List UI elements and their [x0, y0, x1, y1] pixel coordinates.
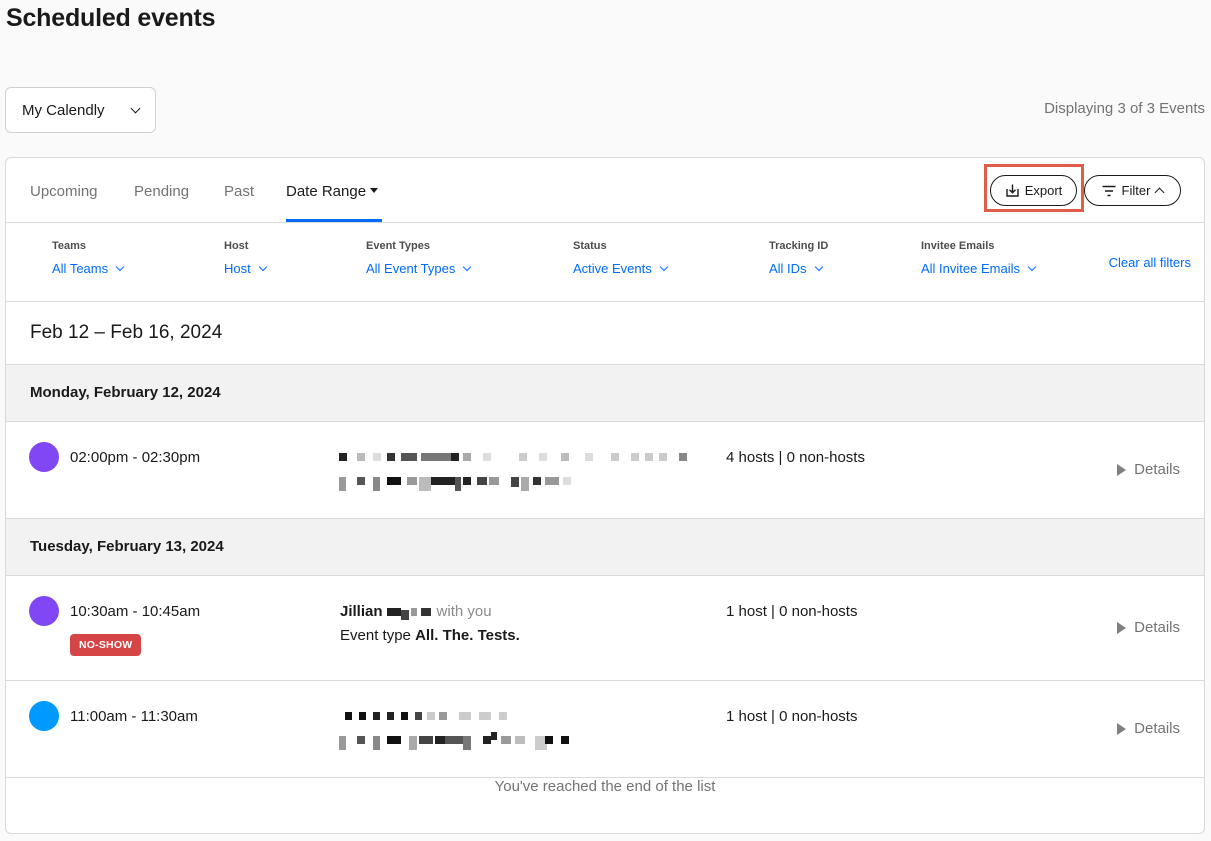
redacted-invitee-surname [385, 606, 433, 620]
redacted-invitee-name [339, 453, 689, 467]
event-color-dot [29, 442, 59, 472]
details-label: Details [1134, 720, 1180, 737]
filter-invitee-emails-label: Invitee Emails [921, 240, 995, 252]
filter-event-types-value: All Event Types [366, 261, 456, 276]
day-heading: Tuesday, February 13, 2024 [30, 538, 224, 555]
date-range-row: Feb 12 – Feb 16, 2024 [6, 302, 1204, 365]
end-of-list-message: You've reached the end of the list [494, 778, 716, 795]
event-type-prefix: Event type [340, 627, 411, 644]
filter-teams-label: Teams [52, 240, 87, 252]
chevron-down-icon [814, 262, 823, 272]
filter-invitee-emails-value: All Invitee Emails [921, 261, 1020, 276]
filter-label: Filter [1121, 183, 1151, 198]
filter-tracking-id: Tracking ID All IDs [769, 240, 828, 276]
play-right-icon [1117, 621, 1127, 634]
filter-tracking-id-dropdown[interactable]: All IDs [769, 261, 828, 276]
event-color-dot [29, 596, 59, 626]
tab-past[interactable]: Past [224, 183, 254, 200]
chevron-down-icon [1027, 262, 1037, 272]
events-panel: Upcoming Pending Past Date Range Export … [5, 157, 1205, 834]
filter-tracking-id-value: All IDs [769, 261, 807, 276]
tabs-bar: Upcoming Pending Past Date Range Export … [6, 158, 1204, 223]
filter-status: Status Active Events [573, 240, 669, 276]
clear-all-filters-link[interactable]: Clear all filters [1109, 255, 1191, 270]
event-time: 10:30am - 10:45am [70, 603, 201, 620]
chevron-down-icon [659, 262, 669, 272]
event-row[interactable]: 10:30am - 10:45am NO-SHOW Jillian with yo… [6, 576, 1204, 681]
filter-event-types-label: Event Types [366, 240, 430, 252]
tab-upcoming[interactable]: Upcoming [30, 183, 98, 200]
event-type-line: Event type All. The. Tests. [340, 627, 520, 644]
filter-invitee-emails: Invitee Emails All Invitee Emails [921, 240, 1037, 276]
invitee-name: Jillian [340, 603, 383, 620]
export-label: Export [1024, 183, 1063, 198]
download-icon [1006, 184, 1019, 197]
tab-date-range[interactable]: Date Range [286, 183, 379, 200]
details-label: Details [1134, 619, 1180, 636]
export-button[interactable]: Export [990, 175, 1077, 206]
filter-teams: Teams All Teams [52, 240, 125, 276]
filter-tracking-id-label: Tracking ID [769, 240, 829, 252]
event-row[interactable]: 02:00pm - 02:30pm 4 hosts | 0 non-hosts … [6, 422, 1204, 519]
filter-host-dropdown[interactable]: Host [224, 261, 267, 276]
event-color-dot [29, 701, 59, 731]
invitee-line: Jillian with you [340, 603, 492, 620]
event-time: 11:00am - 11:30am [70, 708, 198, 725]
page-title: Scheduled events [6, 4, 216, 32]
event-type-name: All. The. Tests. [415, 627, 520, 644]
filter-invitee-emails-dropdown[interactable]: All Invitee Emails [921, 261, 1037, 276]
tab-pending[interactable]: Pending [134, 183, 189, 200]
redacted-invitee-name [339, 712, 519, 726]
day-header: Monday, February 12, 2024 [6, 365, 1204, 422]
day-header: Tuesday, February 13, 2024 [6, 519, 1204, 576]
event-hosts: 4 hosts | 0 non-hosts [726, 449, 865, 466]
filter-host-value: Host [224, 261, 251, 276]
day-heading: Monday, February 12, 2024 [30, 384, 221, 401]
filter-host-label: Host [224, 240, 249, 252]
calendar-select-value: My Calendly [22, 101, 105, 119]
filter-status-value: Active Events [573, 261, 652, 276]
filter-icon [1102, 185, 1116, 196]
filter-host: Host Host [224, 240, 267, 276]
event-hosts: 1 host | 0 non-hosts [726, 708, 858, 725]
event-details-toggle[interactable]: Details [1117, 619, 1180, 636]
filter-status-dropdown[interactable]: Active Events [573, 261, 669, 276]
no-show-badge: NO-SHOW [70, 634, 142, 656]
filter-teams-dropdown[interactable]: All Teams [52, 261, 125, 276]
events-count: Displaying 3 of 3 Events [1044, 100, 1205, 117]
filter-status-label: Status [573, 240, 607, 252]
chevron-down-icon [130, 103, 141, 113]
filter-event-types: Event Types All Event Types [366, 240, 472, 276]
filter-teams-value: All Teams [52, 261, 109, 276]
filter-event-types-dropdown[interactable]: All Event Types [366, 261, 472, 276]
redacted-event-type [339, 477, 579, 491]
active-tab-indicator [286, 219, 382, 222]
event-time: 02:00pm - 02:30pm [70, 449, 201, 466]
event-details-toggle[interactable]: Details [1117, 720, 1180, 737]
date-range-label: Feb 12 – Feb 16, 2024 [30, 322, 223, 343]
invitee-suffix: with you [436, 603, 492, 620]
caret-down-icon [370, 188, 379, 193]
play-right-icon [1117, 722, 1127, 735]
calendar-select[interactable]: My Calendly [5, 87, 156, 133]
chevron-up-icon [1154, 187, 1165, 197]
redacted-event-type [339, 732, 579, 750]
event-hosts: 1 host | 0 non-hosts [726, 603, 858, 620]
event-details-toggle[interactable]: Details [1117, 461, 1180, 478]
filter-button[interactable]: Filter [1084, 175, 1181, 206]
chevron-down-icon [463, 262, 472, 272]
tab-date-range-label: Date Range [286, 183, 367, 200]
chevron-down-icon [115, 262, 125, 272]
play-right-icon [1117, 463, 1127, 476]
filters-bar: Teams All Teams Host Host Event Types Al… [6, 223, 1204, 302]
chevron-down-icon [258, 262, 267, 272]
event-row[interactable]: 11:00am - 11:30am 1 host | 0 non-hosts D… [6, 681, 1204, 778]
details-label: Details [1134, 461, 1180, 478]
